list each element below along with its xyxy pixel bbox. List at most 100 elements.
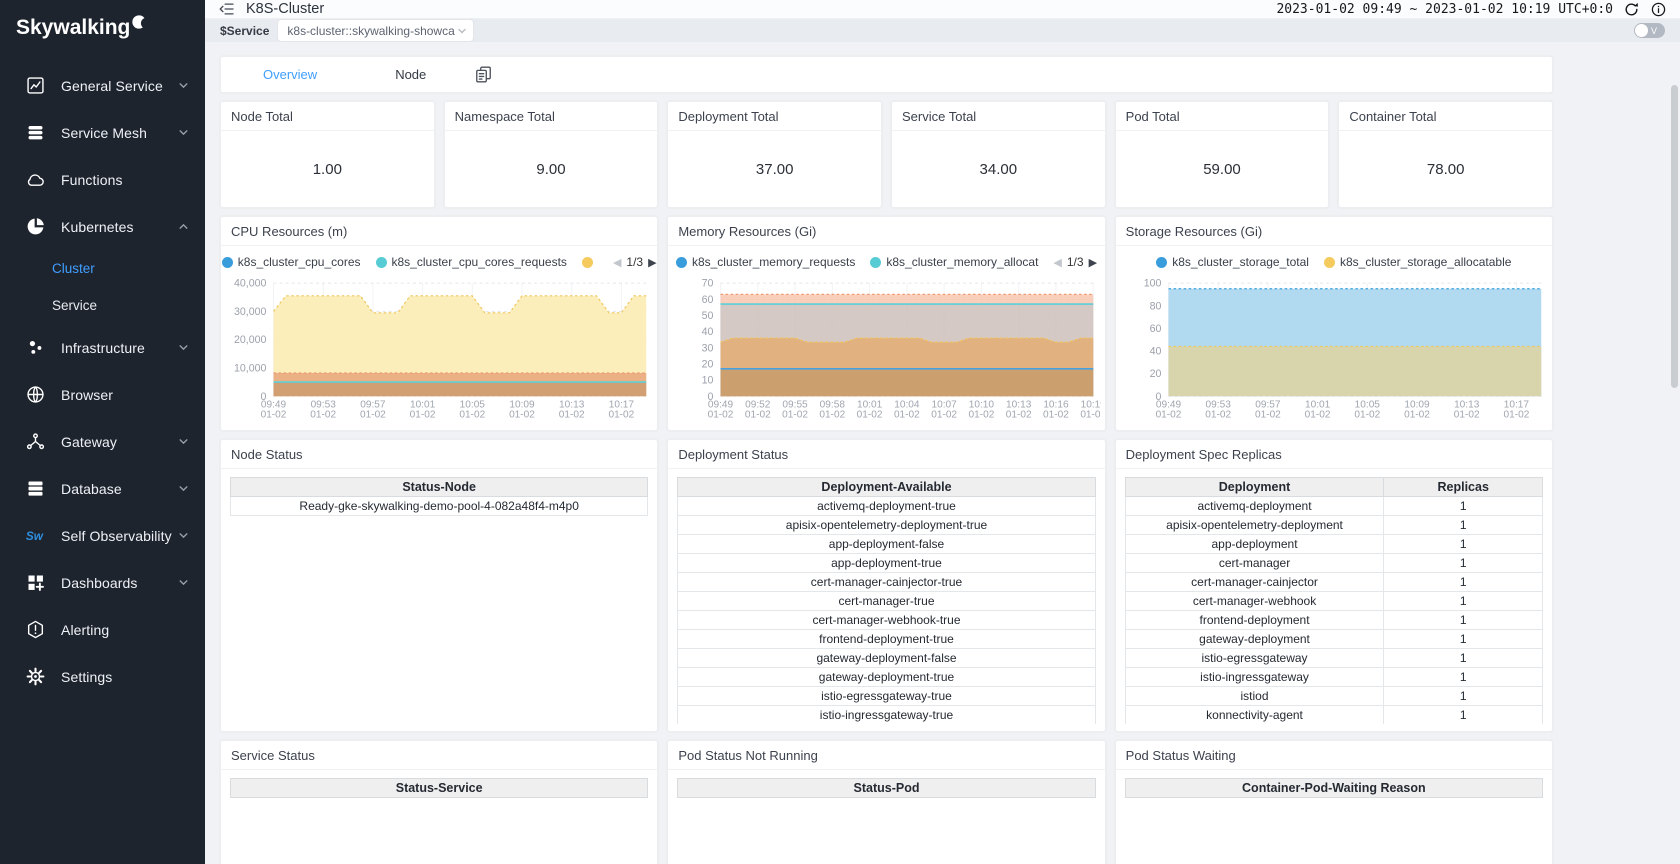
svg-text:50: 50 — [702, 310, 714, 322]
tab-node[interactable]: Node — [395, 67, 426, 82]
sidebar-subitem-cluster[interactable]: Cluster — [0, 250, 205, 287]
table-cell: 1 — [1384, 535, 1543, 554]
svg-text:01-02: 01-02 — [708, 409, 734, 420]
sidebar-item-browser[interactable]: Browser — [0, 371, 205, 418]
sidebar-item-settings[interactable]: Settings — [0, 653, 205, 700]
vertical-scrollbar-thumb[interactable] — [1671, 85, 1678, 388]
table-cell: apisix-opentelemetry-deployment — [1125, 516, 1384, 535]
info-icon[interactable] — [1650, 1, 1667, 18]
legend-dot — [676, 257, 687, 268]
gateway-icon — [25, 431, 46, 452]
sidebar-subitem-service[interactable]: Service — [0, 287, 205, 324]
pod-total-card: Pod Total59.00 — [1115, 101, 1330, 208]
app-logo[interactable]: Skywalking — [0, 0, 205, 40]
sidebar-item-infrastructure[interactable]: Infrastructure — [0, 324, 205, 371]
stat-value: 1.00 — [221, 131, 434, 207]
chevron-up-icon — [178, 221, 189, 232]
table-cell: frontend-deployment-true — [678, 630, 1095, 649]
chevron-down-icon — [178, 127, 189, 138]
sidebar: Skywalking General ServiceService MeshFu… — [0, 0, 205, 864]
legend-item[interactable]: k8s_cluster_cpu_cores — [222, 255, 361, 269]
pod-status-not-running-table: Status-Pod — [677, 778, 1095, 798]
table-cell: istiod — [1125, 687, 1384, 706]
table-row: apisix-opentelemetry-deployment-true — [678, 516, 1095, 535]
table-header-cell: Deployment-Available — [678, 478, 1095, 497]
sidebar-item-service-mesh[interactable]: Service Mesh — [0, 109, 205, 156]
table-row: app-deployment1 — [1125, 535, 1542, 554]
sidebar-item-database[interactable]: Database — [0, 465, 205, 512]
legend-dot — [1156, 257, 1167, 268]
view-config-icon[interactable] — [474, 65, 493, 84]
legend-prev-icon[interactable]: ◀ — [613, 256, 621, 269]
stat-title: Pod Total — [1116, 102, 1329, 131]
service-select[interactable]: k8s-cluster::skywalking-showca — [277, 19, 474, 42]
legend-next-icon[interactable]: ▶ — [1089, 256, 1097, 269]
table-header-cell: Status-Node — [231, 478, 648, 497]
table-title: Node Status — [221, 440, 657, 469]
sidebar-item-kubernetes[interactable]: Kubernetes — [0, 203, 205, 250]
time-range[interactable]: 2023-01-02 09:49 ~ 2023-01-02 10:19 UTC+… — [1276, 2, 1613, 17]
cpu-resources-m-card: CPU Resources (m)k8s_cluster_cpu_coresk8… — [220, 216, 658, 431]
chart-icon — [25, 75, 46, 96]
legend-dot — [222, 257, 233, 268]
view-toggle[interactable]: V — [1634, 23, 1665, 38]
svg-text:20: 20 — [702, 358, 714, 370]
dashboard-toolbar: $Service k8s-cluster::skywalking-showca … — [205, 19, 1680, 42]
logo-text: Skywalking — [16, 16, 130, 40]
legend-item[interactable]: k8s_cluster_storage_total — [1156, 255, 1309, 269]
table-title: Deployment Spec Replicas — [1116, 440, 1552, 469]
svg-text:40: 40 — [1149, 346, 1161, 358]
table-cell: app-deployment-true — [678, 554, 1095, 573]
svg-text:10,000: 10,000 — [234, 362, 267, 374]
stat-value: 78.00 — [1339, 131, 1552, 207]
table-row: frontend-deployment1 — [1125, 611, 1542, 630]
deployment-spec-replicas-card: Deployment Spec Replicas DeploymentReplic… — [1115, 439, 1553, 732]
table-cell: activemq-deployment — [1125, 497, 1384, 516]
node-status-table: Status-NodeReady-gke-skywalking-demo-poo… — [230, 477, 648, 516]
legend-prev-icon[interactable]: ◀ — [1053, 256, 1061, 269]
svg-text:01-02: 01-02 — [410, 409, 436, 420]
svg-text:01-02: 01-02 — [1155, 409, 1181, 420]
legend-next-icon[interactable]: ▶ — [648, 256, 656, 269]
legend-pager: ◀1/3▶ — [613, 255, 657, 269]
sidebar-item-dashboards[interactable]: Dashboards — [0, 559, 205, 606]
table-title: Pod Status Not Running — [668, 741, 1104, 770]
sidebar-menu: General ServiceService MeshFunctionsKube… — [0, 62, 205, 700]
legend-item[interactable] — [582, 257, 598, 268]
deployment-status-table: Deployment-Availableactivemq-deployment-… — [677, 477, 1095, 724]
table-wrap: Status-Pod — [668, 770, 1104, 864]
layers-icon — [25, 122, 46, 143]
sidebar-item-functions[interactable]: Functions — [0, 156, 205, 203]
sidebar-item-general-service[interactable]: General Service — [0, 62, 205, 109]
sidebar-item-gateway[interactable]: Gateway — [0, 418, 205, 465]
cloud-icon — [25, 169, 46, 190]
legend-item[interactable]: k8s_cluster_cpu_cores_requests — [376, 255, 567, 269]
sidebar-item-self-observability[interactable]: SwSelf Observability — [0, 512, 205, 559]
tab-overview[interactable]: Overview — [263, 67, 317, 82]
pod-status-not-running-card: Pod Status Not Running Status-Pod — [667, 740, 1105, 864]
refresh-icon[interactable] — [1623, 1, 1640, 18]
table-cell: gateway-deployment-false — [678, 649, 1095, 668]
sidebar-item-alerting[interactable]: Alerting — [0, 606, 205, 653]
table-title: Service Status — [221, 741, 657, 770]
table-row: app-deployment-true — [678, 554, 1095, 573]
table-header-row: DeploymentReplicas — [1125, 478, 1542, 497]
table-header-row: Status-Node — [231, 478, 648, 497]
legend-label: k8s_cluster_memory_requests — [692, 255, 855, 269]
dashboard-content: OverviewNode Node Total1.00Namespace Tot… — [205, 42, 1555, 864]
legend-item[interactable]: k8s_cluster_memory_allocat — [870, 255, 1038, 269]
table-title: Pod Status Waiting — [1116, 741, 1552, 770]
charts-row: CPU Resources (m)k8s_cluster_cpu_coresk8… — [220, 216, 1553, 431]
svg-text:01-02: 01-02 — [1043, 409, 1069, 420]
memory-resources-gi-card: Memory Resources (Gi)k8s_cluster_memory_… — [667, 216, 1105, 431]
table-cell: cert-manager-cainjector-true — [678, 573, 1095, 592]
collapse-sidebar-icon[interactable] — [218, 0, 236, 18]
legend-item[interactable]: k8s_cluster_storage_allocatable — [1324, 255, 1511, 269]
main-area: K8S-Cluster 2023-01-02 09:49 ~ 2023-01-0… — [205, 0, 1680, 864]
svg-text:01-02: 01-02 — [745, 409, 771, 420]
stat-title: Deployment Total — [668, 102, 881, 131]
deployment-status-card: Deployment StatusDeployment-Availableact… — [667, 439, 1105, 732]
table-header-row: Status-Service — [231, 779, 648, 798]
legend-dot — [376, 257, 387, 268]
legend-item[interactable]: k8s_cluster_memory_requests — [676, 255, 855, 269]
